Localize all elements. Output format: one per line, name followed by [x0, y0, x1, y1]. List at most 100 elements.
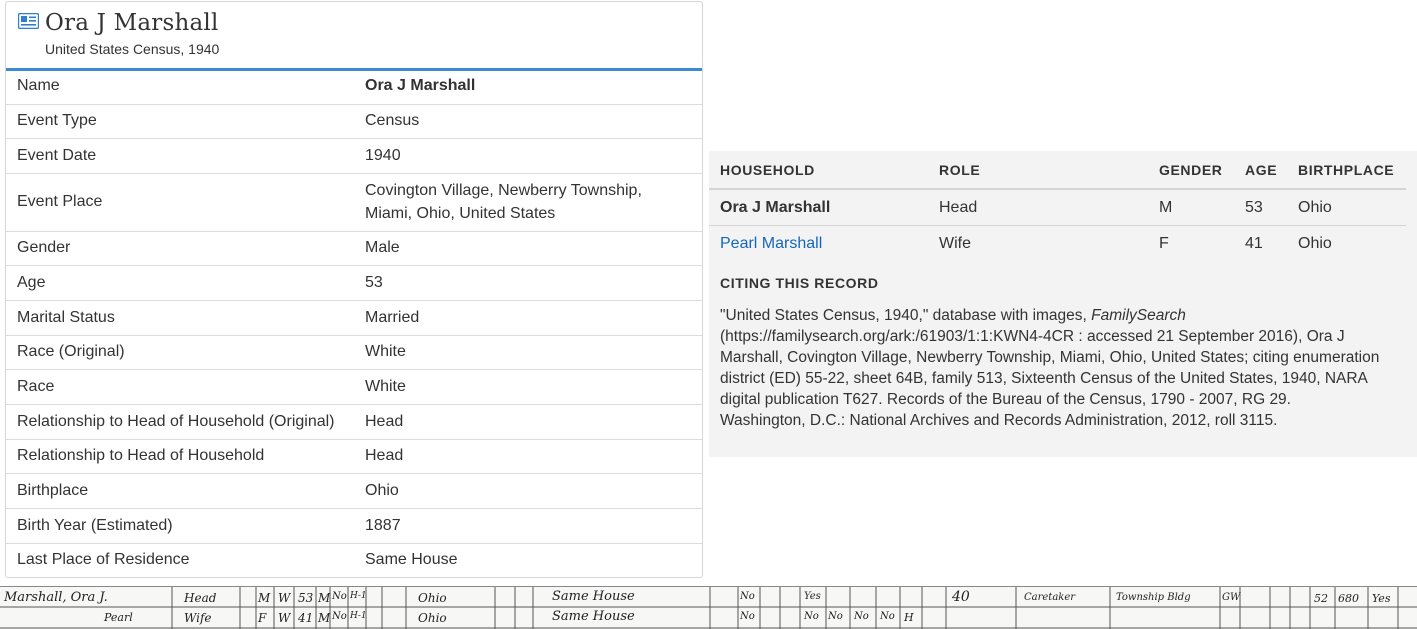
- census-marital-1: M: [318, 591, 331, 605]
- event-place-line2: Miami, Ohio, United States: [365, 205, 556, 222]
- fact-value: Head: [355, 439, 702, 474]
- fact-row-birthplace: Birthplace Ohio: [6, 473, 702, 509]
- citation-part: "United States Census, 1940," database w…: [720, 307, 1092, 324]
- fact-label: Race: [6, 369, 355, 405]
- fact-label: Relationship to Head of Household (Origi…: [6, 404, 355, 440]
- fact-row-event-type: Event Type Census: [6, 104, 702, 139]
- fact-value: White: [355, 369, 702, 405]
- household-row: Pearl Marshall Wife F 41 Ohio: [709, 226, 1406, 262]
- fact-value: Ohio: [355, 473, 702, 509]
- household-birthplace: Ohio: [1298, 234, 1332, 252]
- household-birthplace: Ohio: [1287, 189, 1406, 226]
- fact-value: Covington Village, Newberry Township, Mia…: [355, 173, 702, 232]
- fact-value: 1887: [355, 508, 702, 544]
- citation-source: FamilySearch: [1091, 307, 1186, 324]
- col-gender: GENDER: [1148, 151, 1234, 190]
- fact-value: 53: [355, 265, 702, 301]
- census-work-2: No: [804, 611, 819, 622]
- census-race-1: W: [278, 591, 291, 605]
- fact-value: Same House: [365, 551, 458, 569]
- citation-heading: CITING THIS RECORD: [720, 275, 879, 291]
- household-role: Head: [928, 189, 1148, 226]
- fact-row-last-residence: Last Place of Residence Same House: [6, 543, 702, 577]
- fact-row-relationship: Relationship to Head of Household Head: [6, 439, 702, 474]
- record-card: Ora J Marshall United States Census, 194…: [5, 1, 703, 578]
- census-seeking-2: No: [828, 611, 843, 622]
- fact-value: White: [355, 335, 702, 370]
- fact-row-event-place: Event Place Covington Village, Newberry T…: [6, 173, 702, 232]
- census-income-1: 680: [1338, 592, 1359, 605]
- census-residence-2: Same House: [552, 609, 635, 624]
- census-industry-1: Township Bldg: [1116, 592, 1191, 603]
- census-grade-1: H-1: [350, 591, 367, 601]
- census-relation-2: Wife: [184, 611, 212, 625]
- fact-value: 1940: [355, 138, 702, 174]
- fact-label: Event Type: [6, 104, 355, 139]
- fact-row-gender: Gender Male: [6, 231, 702, 266]
- census-birthplace-1: Ohio: [418, 591, 447, 605]
- census-image-strip[interactable]: Marshall, Ora J. Head M W 53 M No H-1 Oh…: [0, 586, 1417, 629]
- census-birthplace-2: Ohio: [418, 611, 447, 625]
- fact-row-name: Name Ora J Marshall: [6, 69, 702, 105]
- household-gender: M: [1148, 189, 1234, 226]
- census-marital-2: M: [318, 611, 331, 625]
- col-age: AGE: [1234, 151, 1287, 190]
- record-header: Ora J Marshall United States Census, 194…: [6, 2, 702, 71]
- fact-label: Relationship to Head of Household: [6, 439, 355, 474]
- census-school-1: No: [332, 591, 347, 602]
- fact-row-race-original: Race (Original) White: [6, 335, 702, 370]
- census-sex-1: M: [258, 591, 271, 605]
- fact-value: Census: [355, 104, 702, 139]
- census-grade-2: H-1: [350, 611, 367, 621]
- census-name-1: Marshall, Ora J.: [4, 590, 108, 605]
- census-race-2: W: [278, 611, 291, 625]
- household-gender: F: [1159, 234, 1169, 252]
- fact-row-relationship-original: Relationship to Head of Household (Origi…: [6, 404, 702, 440]
- census-hours-1: 40: [952, 589, 970, 605]
- census-work-1: Yes: [804, 591, 821, 602]
- fact-row-marital-status: Marital Status Married: [6, 300, 702, 336]
- household-row: Ora J Marshall Head M 53 Ohio: [709, 189, 1406, 226]
- household-role: Wife: [939, 234, 971, 252]
- event-place-line1: Covington Village, Newberry Township,: [365, 182, 642, 199]
- citation-text: "United States Census, 1940," database w…: [720, 305, 1380, 431]
- fact-value: Married: [355, 300, 702, 336]
- fact-value: Ora J Marshall: [355, 69, 702, 105]
- census-other-income-1: Yes: [1372, 592, 1391, 605]
- record-icon: [18, 13, 39, 29]
- census-name-2: Pearl: [104, 611, 133, 624]
- census-residence-1: Same House: [552, 589, 635, 604]
- col-birthplace: BIRTHPLACE: [1287, 151, 1406, 190]
- fact-row-age: Age 53: [6, 265, 702, 301]
- fact-label: Race (Original): [6, 335, 355, 370]
- household-member-link[interactable]: Pearl Marshall: [720, 235, 822, 252]
- household-panel: HOUSEHOLD ROLE GENDER AGE BIRTHPLACE Ora…: [709, 151, 1417, 457]
- census-assigned-2: No: [880, 611, 895, 622]
- census-school-2: No: [332, 611, 347, 622]
- fact-label: Birth Year (Estimated): [6, 508, 355, 544]
- census-farm-2: No: [740, 611, 755, 622]
- household-header-row: HOUSEHOLD ROLE GENDER AGE BIRTHPLACE: [709, 151, 1406, 190]
- fact-row-race: Race White: [6, 369, 702, 405]
- census-weeks-1: 52: [1314, 592, 1328, 605]
- census-public-work-2: No: [854, 611, 869, 622]
- census-class-1: GW: [1222, 592, 1241, 603]
- census-sex-2: F: [258, 611, 267, 625]
- census-occupation-1: Caretaker: [1024, 592, 1076, 603]
- census-code-2: H: [904, 611, 914, 624]
- census-age-2: 41: [298, 611, 314, 625]
- fact-label: Birthplace: [6, 473, 355, 509]
- fact-label: Event Date: [6, 138, 355, 174]
- census-age-1: 53: [298, 591, 314, 605]
- fact-label: Last Place of Residence: [17, 551, 190, 569]
- fact-value: Head: [355, 404, 702, 440]
- fact-label: Age: [6, 265, 355, 301]
- household-age: 41: [1245, 234, 1263, 252]
- fact-row-event-date: Event Date 1940: [6, 138, 702, 174]
- household-table: HOUSEHOLD ROLE GENDER AGE BIRTHPLACE Ora…: [709, 151, 1406, 261]
- fact-label: Event Place: [6, 173, 355, 232]
- citation-part: (https://familysearch.org/ark:/61903/1:1…: [720, 328, 1380, 429]
- fact-label: Marital Status: [6, 300, 355, 336]
- household-age: 53: [1234, 189, 1287, 226]
- census-relation-1: Head: [184, 591, 217, 605]
